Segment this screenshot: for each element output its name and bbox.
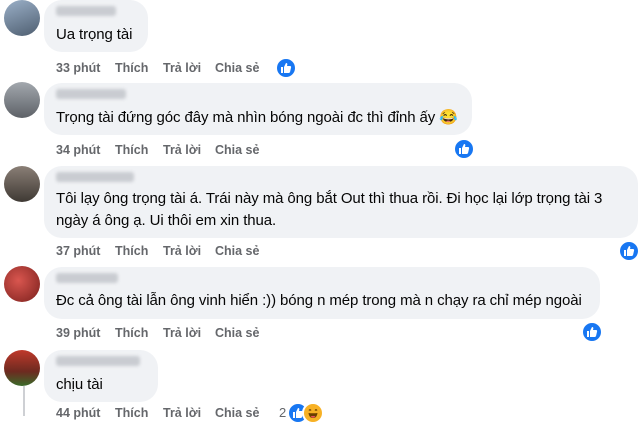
like-button[interactable]: Thích	[115, 61, 148, 75]
avatar[interactable]	[4, 166, 40, 202]
comment-bubble: Ua trọng tài	[44, 0, 148, 52]
avatar[interactable]	[4, 0, 40, 36]
reply-button[interactable]: Trả lời	[163, 61, 201, 75]
reply-button[interactable]: Trả lời	[163, 326, 201, 340]
share-button[interactable]: Chia sẻ	[215, 143, 259, 157]
like-reaction-icon[interactable]	[453, 138, 475, 160]
comment-bubble: Trọng tài đứng góc đây mà nhìn bóng ngoà…	[44, 83, 472, 135]
comment-bubble: Tôi lạy ông trọng tài á. Trái này mà ông…	[44, 166, 638, 238]
author-name-blurred[interactable]	[56, 172, 134, 182]
avatar[interactable]	[4, 350, 40, 386]
comment-bubble: Đc cả ông tài lẫn ông vinh hiển :)) bóng…	[44, 267, 600, 319]
reply-button[interactable]: Trả lời	[163, 244, 201, 258]
share-button[interactable]: Chia sẻ	[215, 406, 259, 420]
comment-text: Ua trọng tài	[56, 26, 133, 43]
like-button[interactable]: Thích	[115, 406, 148, 420]
like-button[interactable]: Thích	[115, 244, 148, 258]
thread-line	[23, 386, 25, 416]
like-button[interactable]: Thích	[115, 326, 148, 340]
timestamp[interactable]: 44 phút	[56, 406, 100, 420]
reply-button[interactable]: Trả lời	[163, 406, 201, 420]
comment-text: Trọng tài đứng góc đây mà nhìn bóng ngoà…	[56, 109, 458, 126]
share-button[interactable]: Chia sẻ	[215, 61, 259, 75]
author-name-blurred[interactable]	[56, 6, 116, 16]
reply-button[interactable]: Trả lời	[163, 143, 201, 157]
like-reaction-icon[interactable]	[618, 240, 640, 262]
like-button[interactable]: Thích	[115, 143, 148, 157]
comment-text: chịu tài	[56, 376, 103, 393]
timestamp[interactable]: 39 phút	[56, 326, 100, 340]
author-name-blurred[interactable]	[56, 356, 140, 366]
share-button[interactable]: Chia sẻ	[215, 326, 259, 340]
timestamp[interactable]: 33 phút	[56, 61, 100, 75]
avatar[interactable]	[4, 82, 40, 118]
timestamp[interactable]: 37 phút	[56, 244, 100, 258]
like-reaction-icon[interactable]	[275, 57, 297, 79]
avatar[interactable]	[4, 266, 40, 302]
timestamp[interactable]: 34 phút	[56, 143, 100, 157]
comment-text-line-1: Tôi lạy ông trọng tài á. Trái này mà ông…	[56, 190, 603, 207]
author-name-blurred[interactable]	[56, 273, 118, 283]
reaction-count[interactable]: 2	[279, 405, 286, 420]
share-button[interactable]: Chia sẻ	[215, 244, 259, 258]
comment-text-line-2: ngày á ông ạ. Ui thôi em xin thua.	[56, 212, 277, 229]
comment-text: Đc cả ông tài lẫn ông vinh hiển :)) bóng…	[56, 292, 582, 309]
like-reaction-icon[interactable]	[581, 321, 603, 343]
comment-bubble: chịu tài	[44, 350, 158, 402]
author-name-blurred[interactable]	[56, 89, 126, 99]
